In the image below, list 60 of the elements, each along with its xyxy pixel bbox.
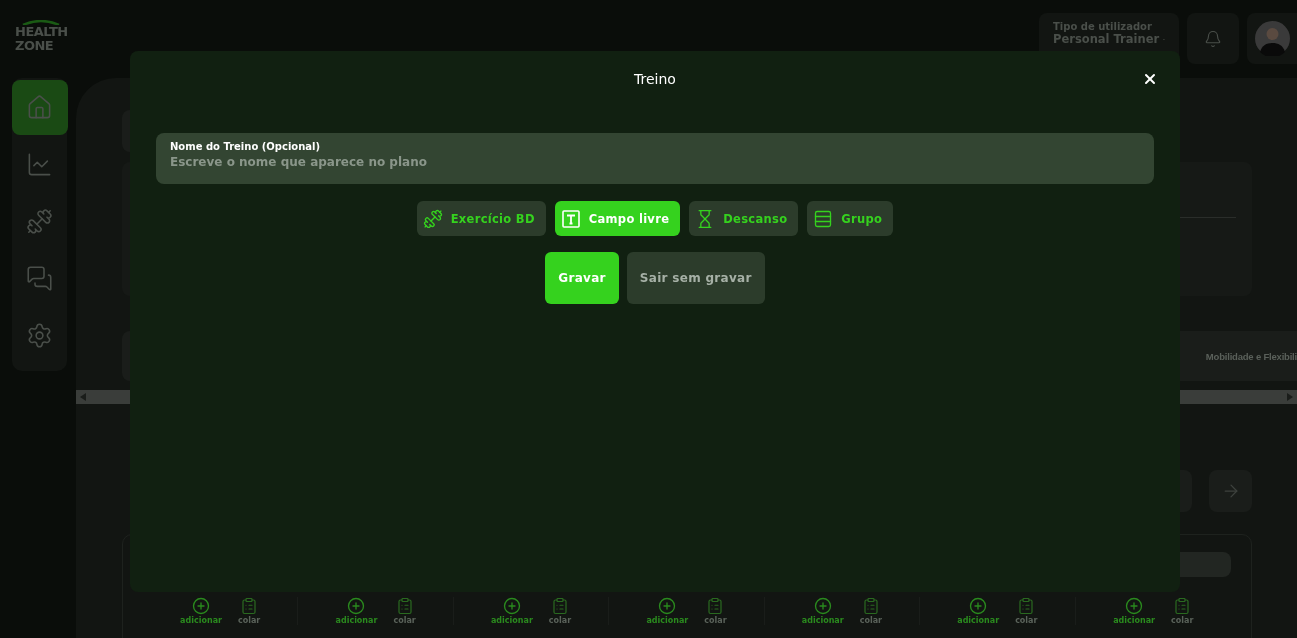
logo-text: ZONE <box>15 39 55 53</box>
add-button[interactable]: adicionar <box>180 597 222 625</box>
chat-icon <box>26 265 53 292</box>
plus-icon <box>192 597 211 615</box>
field-label: Nome do Treino (Opcional) <box>170 141 322 152</box>
paste-button[interactable]: colar <box>1015 597 1038 625</box>
clipboard-icon <box>861 597 880 615</box>
exit-button[interactable]: Sair sem gravar <box>626 252 765 304</box>
paste-button[interactable]: colar <box>393 597 416 625</box>
scroll-right-icon <box>1287 393 1293 401</box>
plus-icon <box>969 597 988 615</box>
list-icon <box>813 208 834 229</box>
close-button[interactable] <box>1142 71 1158 87</box>
chart-icon <box>26 151 53 178</box>
next-button[interactable] <box>1209 470 1252 512</box>
modal-title: Treino <box>634 71 676 87</box>
name-input[interactable]: Escreve o nome que aparece no plano <box>170 155 1140 169</box>
avatar-icon <box>1255 21 1290 56</box>
tab-label[interactable]: Mobilidade e Flexibili <box>1205 350 1297 362</box>
plus-icon <box>658 597 677 615</box>
dumbbell-icon <box>422 208 443 229</box>
type-button[interactable]: Descanso <box>689 201 799 236</box>
dumbbell-icon <box>26 208 53 235</box>
notification-button[interactable] <box>1187 13 1239 64</box>
paste-button[interactable]: colar <box>238 597 261 625</box>
type-button[interactable]: Exercício BD <box>416 201 546 236</box>
add-button[interactable]: adicionar <box>957 597 1000 625</box>
clipboard-icon <box>395 597 414 615</box>
paste-button[interactable]: colar <box>704 597 727 625</box>
settings-icon <box>26 322 53 349</box>
plus-icon <box>502 597 521 615</box>
scroll-left-icon <box>80 393 86 401</box>
plus-icon <box>813 597 832 615</box>
plus-icon <box>1125 597 1144 615</box>
name-field[interactable]: Nome do Treino (Opcional) Escreve o nome que aparece no plano <box>156 133 1154 184</box>
bell-icon <box>1204 29 1222 48</box>
logo-text: HEALTH <box>15 25 68 39</box>
add-button[interactable]: adicionar <box>801 597 844 625</box>
paste-button[interactable]: colar <box>548 597 572 625</box>
type-button[interactable]: Grupo <box>807 201 894 236</box>
clipboard-icon <box>1173 597 1192 615</box>
text-icon <box>560 208 581 229</box>
user-type-label: Tipo de utilizador <box>1053 21 1153 32</box>
clipboard-icon <box>240 597 259 615</box>
paste-button[interactable]: colar <box>1171 597 1194 625</box>
clipboard-icon <box>551 597 569 615</box>
paste-button[interactable]: colar <box>859 597 883 625</box>
swoosh-icon <box>21 20 61 25</box>
profile-button[interactable] <box>1247 13 1297 64</box>
user-type-value: Personal Trainer <box>1053 32 1160 46</box>
home-icon <box>26 94 53 121</box>
close-icon <box>1142 71 1158 87</box>
add-button[interactable]: adicionar <box>646 597 689 625</box>
clipboard-icon <box>706 597 725 615</box>
add-button[interactable]: adicionar <box>335 597 378 625</box>
plus-icon <box>347 597 366 615</box>
add-button[interactable]: adicionar <box>1113 597 1156 625</box>
nav-item[interactable] <box>11 80 68 135</box>
clipboard-icon <box>1017 597 1036 615</box>
add-button[interactable]: adicionar <box>490 597 533 625</box>
